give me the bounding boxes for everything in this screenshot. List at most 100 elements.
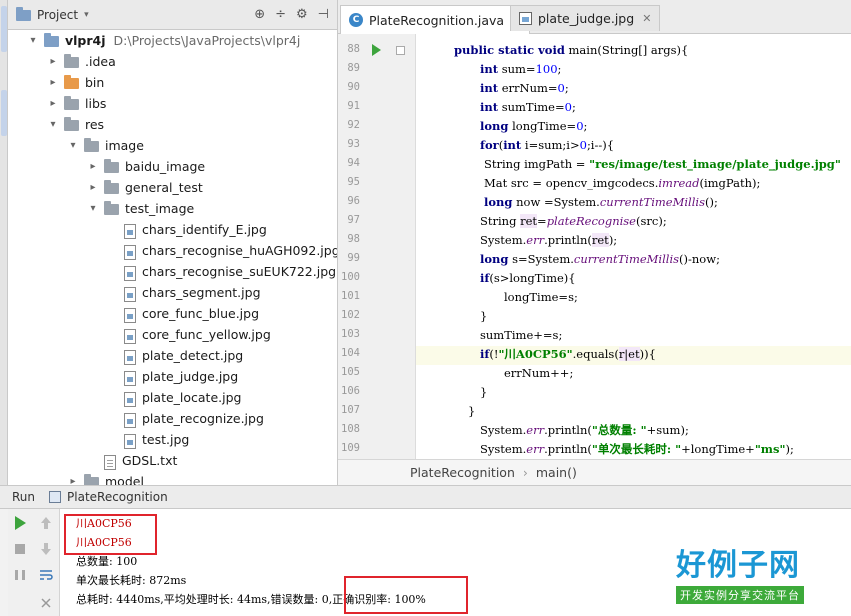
- tree-item-label: plate_detect.jpg: [142, 348, 244, 363]
- tree-item[interactable]: plate_recognize.jpg: [8, 408, 264, 429]
- line-number: 94: [347, 157, 360, 169]
- target-icon[interactable]: ⊕: [254, 7, 265, 22]
- tree-item[interactable]: ▸ bin: [8, 72, 104, 93]
- tree-item[interactable]: core_func_blue.jpg: [8, 303, 259, 324]
- tree-item-label: libs: [85, 96, 107, 111]
- image-file-icon: [124, 434, 136, 449]
- project-dropdown-icon[interactable]: ▾: [84, 10, 89, 20]
- chevron-right-icon[interactable]: ▸: [86, 161, 100, 172]
- tab-label: plate_judge.jpg: [538, 11, 635, 26]
- tab-platerecognition-java[interactable]: C PlateRecognition.java ✕: [340, 5, 531, 34]
- chevron-down-icon[interactable]: ▾: [26, 35, 40, 46]
- close-run-icon[interactable]: [38, 595, 54, 611]
- project-panel-title[interactable]: Project: [37, 8, 78, 22]
- editor-gutter: 88 89 90 91 92 93 94 95 96 97 98 99 100 101 102 103 104 1…: [338, 34, 416, 459]
- tab-plate-judge-jpg[interactable]: plate_judge.jpg ✕: [510, 5, 661, 31]
- code-line: long longTime=0;: [480, 119, 588, 133]
- fold-icon[interactable]: [396, 46, 405, 55]
- chevron-down-icon[interactable]: ▾: [86, 203, 100, 214]
- chevron-right-icon[interactable]: ▸: [66, 476, 80, 485]
- stop-icon[interactable]: [12, 541, 28, 557]
- code-line: }: [468, 404, 476, 418]
- breadcrumb-class[interactable]: PlateRecognition: [410, 465, 515, 480]
- folder-icon: [104, 180, 119, 194]
- chevron-down-icon[interactable]: ▾: [66, 140, 80, 151]
- image-file-icon: [124, 350, 136, 365]
- tree-item[interactable]: chars_recognise_suEUK722.jpg: [8, 261, 336, 282]
- line-number: 99: [347, 252, 360, 264]
- tree-item-label: chars_identify_E.jpg: [142, 222, 267, 237]
- code-line: }: [480, 309, 488, 323]
- tree-item[interactable]: plate_locate.jpg: [8, 387, 241, 408]
- code-line: int sum=100;: [480, 62, 562, 76]
- project-side-tab[interactable]: [1, 6, 7, 52]
- line-number: 103: [341, 328, 360, 340]
- code-line: errNum++;: [504, 366, 574, 380]
- tree-item[interactable]: ▸ baidu_image: [8, 156, 205, 177]
- run-panel-label[interactable]: Run: [12, 490, 35, 504]
- down-arrow-icon[interactable]: [38, 541, 54, 557]
- tree-item[interactable]: ▾ image: [8, 135, 144, 156]
- editor-tab-bar: C PlateRecognition.java ✕ plate_judge.jp…: [338, 0, 851, 34]
- tree-item[interactable]: core_func_yellow.jpg: [8, 324, 271, 345]
- tree-item[interactable]: ▸ model: [8, 471, 144, 485]
- tree-item[interactable]: chars_segment.jpg: [8, 282, 261, 303]
- chevron-down-icon[interactable]: ▾: [46, 119, 60, 130]
- line-number: 89: [347, 62, 360, 74]
- rerun-icon[interactable]: [12, 515, 28, 531]
- line-number: 104: [341, 347, 360, 359]
- image-file-icon: [124, 329, 136, 344]
- chevron-right-icon[interactable]: ▸: [86, 182, 100, 193]
- tree-item[interactable]: test.jpg: [8, 429, 189, 450]
- up-arrow-icon[interactable]: [38, 515, 54, 531]
- tree-item[interactable]: ▸ general_test: [8, 177, 203, 198]
- line-number: 96: [347, 195, 360, 207]
- left-tool-strip: [0, 0, 8, 485]
- tree-item[interactable]: ▾ vlpr4j D:\Projects\JavaProjects\vlpr4j: [8, 30, 300, 51]
- folder-icon: [84, 474, 99, 485]
- tree-item-label: core_func_blue.jpg: [142, 306, 260, 321]
- tree-item[interactable]: ▸ libs: [8, 93, 106, 114]
- tree-item[interactable]: ▾ res: [8, 114, 104, 135]
- folder-icon: [64, 96, 79, 110]
- tree-item[interactable]: chars_identify_E.jpg: [8, 219, 267, 240]
- code-editor[interactable]: 88 89 90 91 92 93 94 95 96 97 98 99 100 101 102 103 104 1…: [338, 34, 851, 459]
- logo-title: 好例子网: [676, 548, 800, 583]
- hide-icon[interactable]: ⊣: [318, 7, 329, 22]
- chevron-right-icon[interactable]: ▸: [46, 77, 60, 88]
- breadcrumb-method[interactable]: main(): [536, 465, 577, 480]
- folder-icon: [84, 138, 99, 152]
- line-number: 102: [341, 309, 360, 321]
- gear-icon[interactable]: ⚙: [296, 7, 308, 22]
- tree-item-label: plate_judge.jpg: [142, 369, 239, 384]
- tree-item[interactable]: plate_judge.jpg: [8, 366, 238, 387]
- image-file-icon: [124, 308, 136, 323]
- tree-item-label: vlpr4j: [65, 33, 106, 48]
- folder-icon: [104, 201, 119, 215]
- highlight-box: [64, 514, 157, 555]
- run-main-icon[interactable]: [372, 44, 381, 56]
- pause-icon[interactable]: [12, 567, 28, 583]
- line-number: 106: [341, 385, 360, 397]
- run-config-name[interactable]: PlateRecognition: [67, 490, 168, 504]
- chevron-right-icon[interactable]: ▸: [46, 56, 60, 67]
- chevron-right-icon[interactable]: ▸: [46, 98, 60, 109]
- tree-item-label: .idea: [85, 54, 116, 69]
- collapse-icon[interactable]: ÷: [275, 7, 286, 22]
- tree-item-label: plate_locate.jpg: [142, 390, 242, 405]
- tree-item[interactable]: chars_recognise_huAGH092.jpg: [8, 240, 337, 261]
- tree-item[interactable]: GDSL.txt: [8, 450, 177, 471]
- tree-item[interactable]: plate_detect.jpg: [8, 345, 243, 366]
- tree-item-label: test_image: [125, 201, 195, 216]
- image-file-icon: [124, 371, 136, 386]
- code-line: int errNum=0;: [480, 81, 569, 95]
- code-line: sumTime+=s;: [480, 328, 563, 342]
- image-file-icon: [124, 266, 136, 281]
- structure-side-tab[interactable]: [1, 90, 7, 136]
- code-line: System.err.println("总数量: "+sum);: [480, 423, 689, 437]
- soft-wrap-icon[interactable]: [38, 567, 54, 583]
- line-number: 95: [347, 176, 360, 188]
- tree-item[interactable]: ▾ test_image: [8, 198, 194, 219]
- tree-item[interactable]: ▸ .idea: [8, 51, 116, 72]
- close-icon[interactable]: ✕: [642, 12, 651, 25]
